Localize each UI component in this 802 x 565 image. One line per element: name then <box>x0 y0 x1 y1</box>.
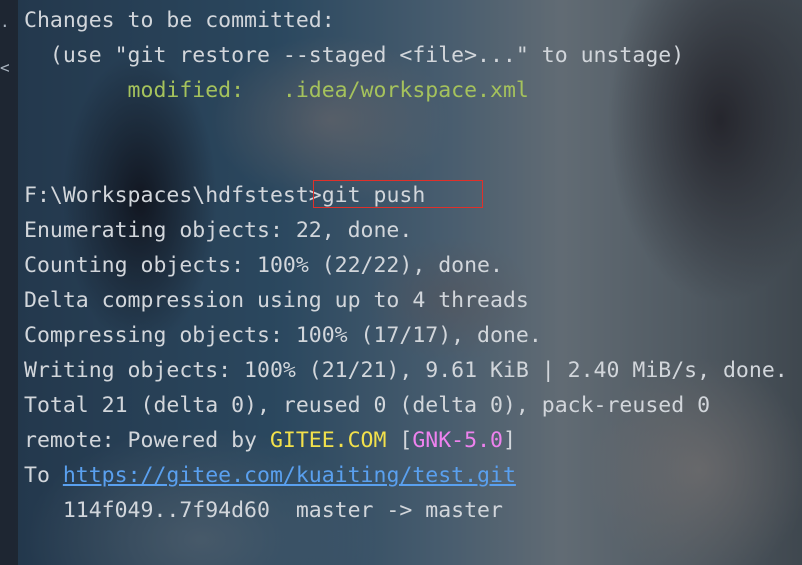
remote-line: remote: Powered by GITEE.COM [GNK-5.0] <box>24 426 802 461</box>
output-line: Compressing objects: 100% (17/17), done. <box>24 323 542 348</box>
remote-version: GNK-5.0 <box>412 428 503 453</box>
remote-bracket-open: [ <box>386 428 413 453</box>
modified-file: .idea/workspace.xml <box>244 78 529 103</box>
remote-url-link[interactable]: https://gitee.com/kuaiting/test.git <box>63 463 516 488</box>
status-header: Changes to be committed: <box>24 8 335 33</box>
remote-bracket-close: ] <box>502 428 516 453</box>
output-line: Delta compression using up to 4 threads <box>24 288 529 313</box>
restore-hint: (use "git restore --staged <file>..." to… <box>24 43 685 68</box>
gutter-chevron-icon[interactable]: < <box>0 58 10 77</box>
command-highlight-box <box>313 180 483 208</box>
modified-entry: modified: .idea/workspace.xml <box>24 76 802 111</box>
gutter-mark: . <box>0 12 10 31</box>
modified-label: modified: <box>24 78 245 103</box>
terminal-window[interactable]: . < Changes to be committed: (use "git r… <box>0 0 802 565</box>
output-line: Total 21 (delta 0), reused 0 (delta 0), … <box>24 393 711 418</box>
remote-brand: GITEE.COM <box>269 428 387 453</box>
editor-gutter: . < <box>0 0 18 565</box>
output-line: Enumerating objects: 22, done. <box>24 218 413 243</box>
ref-update-line: 114f049..7f94d60 master -> master <box>24 498 503 523</box>
output-line: Writing objects: 100% (21/21), 9.61 KiB … <box>24 358 788 383</box>
to-prefix: To <box>24 463 63 488</box>
output-line: Counting objects: 100% (22/22), done. <box>24 253 503 278</box>
to-line: To https://gitee.com/kuaiting/test.git <box>24 461 802 496</box>
remote-prefix: remote: Powered by <box>24 428 270 453</box>
terminal-output: Changes to be committed: (use "git resto… <box>24 6 802 531</box>
prompt-path: F:\Workspaces\hdfstest> <box>24 183 322 208</box>
